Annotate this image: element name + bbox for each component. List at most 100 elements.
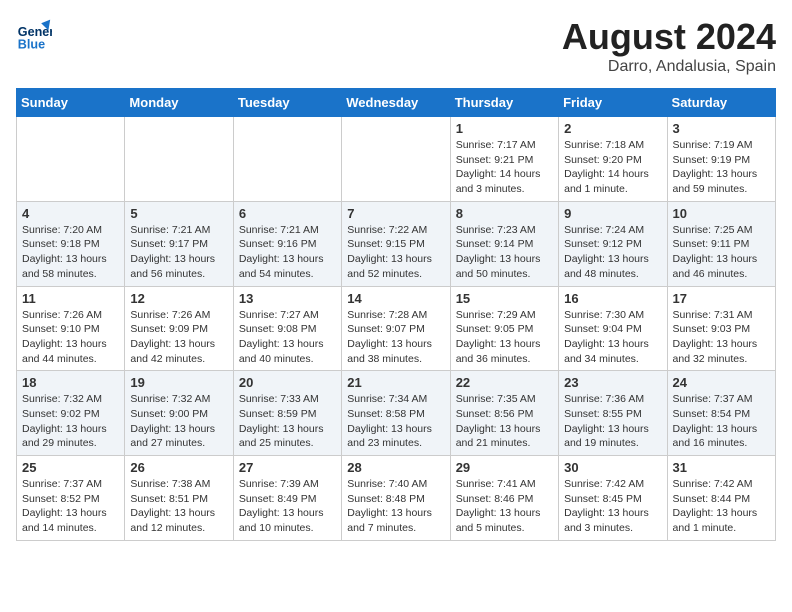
day-info: Sunrise: 7:37 AM Sunset: 8:52 PM Dayligh… [22, 477, 119, 536]
logo-icon: General Blue [16, 16, 52, 52]
calendar-cell: 20 Sunrise: 7:33 AM Sunset: 8:59 PM Dayli… [233, 371, 341, 456]
calendar-cell: 14 Sunrise: 7:28 AM Sunset: 9:07 PM Dayli… [342, 286, 450, 371]
day-info: Sunrise: 7:40 AM Sunset: 8:48 PM Dayligh… [347, 477, 444, 536]
calendar-cell: 8Sunrise: 7:23 AM Sunset: 9:14 PM Daylig… [450, 201, 558, 286]
day-info: Sunrise: 7:42 AM Sunset: 8:45 PM Dayligh… [564, 477, 661, 536]
day-number: 14 [347, 291, 444, 306]
title-block: August 2024 Darro, Andalusia, Spain [562, 16, 776, 76]
day-number: 5 [130, 206, 227, 221]
calendar-cell: 21Sunrise: 7:34 AM Sunset: 8:58 PM Dayli… [342, 371, 450, 456]
calendar-cell: 4 Sunrise: 7:20 AM Sunset: 9:18 PM Daylig… [17, 201, 125, 286]
day-info: Sunrise: 7:38 AM Sunset: 8:51 PM Dayligh… [130, 477, 227, 536]
calendar-cell: 25Sunrise: 7:37 AM Sunset: 8:52 PM Dayli… [17, 456, 125, 541]
day-info: Sunrise: 7:32 AM Sunset: 9:02 PM Dayligh… [22, 392, 119, 451]
day-number: 29 [456, 460, 553, 475]
day-info: Sunrise: 7:26 AM Sunset: 9:09 PM Dayligh… [130, 308, 227, 367]
day-info: Sunrise: 7:28 AM Sunset: 9:07 PM Dayligh… [347, 308, 444, 367]
day-info: Sunrise: 7:17 AM Sunset: 9:21 PM Dayligh… [456, 138, 553, 197]
day-info: Sunrise: 7:33 AM Sunset: 8:59 PM Dayligh… [239, 392, 336, 451]
day-info: Sunrise: 7:31 AM Sunset: 9:03 PM Dayligh… [673, 308, 770, 367]
day-info: Sunrise: 7:24 AM Sunset: 9:12 PM Dayligh… [564, 223, 661, 282]
day-number: 11 [22, 291, 119, 306]
day-number: 20 [239, 375, 336, 390]
calendar-cell: 12 Sunrise: 7:26 AM Sunset: 9:09 PM Dayli… [125, 286, 233, 371]
day-info: Sunrise: 7:32 AM Sunset: 9:00 PM Dayligh… [130, 392, 227, 451]
day-number: 3 [673, 121, 770, 136]
day-number: 21 [347, 375, 444, 390]
day-number: 10 [673, 206, 770, 221]
calendar-cell: 23 Sunrise: 7:36 AM Sunset: 8:55 PM Dayli… [559, 371, 667, 456]
day-number: 31 [673, 460, 770, 475]
calendar-cell [342, 117, 450, 202]
calendar-cell: 28 Sunrise: 7:40 AM Sunset: 8:48 PM Dayli… [342, 456, 450, 541]
calendar-week: 18 Sunrise: 7:32 AM Sunset: 9:02 PM Dayli… [17, 371, 776, 456]
day-info: Sunrise: 7:22 AM Sunset: 9:15 PM Dayligh… [347, 223, 444, 282]
calendar-cell: 24Sunrise: 7:37 AM Sunset: 8:54 PM Dayli… [667, 371, 775, 456]
calendar-cell: 1 Sunrise: 7:17 AM Sunset: 9:21 PM Daylig… [450, 117, 558, 202]
calendar-cell: 15 Sunrise: 7:29 AM Sunset: 9:05 PM Dayli… [450, 286, 558, 371]
day-number: 1 [456, 121, 553, 136]
header-cell-saturday: Saturday [667, 89, 775, 117]
calendar-week: 1 Sunrise: 7:17 AM Sunset: 9:21 PM Daylig… [17, 117, 776, 202]
calendar-cell: 30 Sunrise: 7:42 AM Sunset: 8:45 PM Dayli… [559, 456, 667, 541]
calendar-cell: 17 Sunrise: 7:31 AM Sunset: 9:03 PM Dayli… [667, 286, 775, 371]
day-number: 12 [130, 291, 227, 306]
day-number: 6 [239, 206, 336, 221]
day-info: Sunrise: 7:41 AM Sunset: 8:46 PM Dayligh… [456, 477, 553, 536]
day-number: 18 [22, 375, 119, 390]
calendar-week: 4 Sunrise: 7:20 AM Sunset: 9:18 PM Daylig… [17, 201, 776, 286]
calendar-cell: 6 Sunrise: 7:21 AM Sunset: 9:16 PM Daylig… [233, 201, 341, 286]
day-number: 24 [673, 375, 770, 390]
calendar-cell: 13 Sunrise: 7:27 AM Sunset: 9:08 PM Dayli… [233, 286, 341, 371]
header-cell-thursday: Thursday [450, 89, 558, 117]
calendar-cell: 29 Sunrise: 7:41 AM Sunset: 8:46 PM Dayli… [450, 456, 558, 541]
svg-text:Blue: Blue [18, 37, 45, 51]
page-title: August 2024 [562, 16, 776, 58]
page-header: General Blue August 2024 Darro, Andalusi… [16, 16, 776, 76]
calendar-cell: 27Sunrise: 7:39 AM Sunset: 8:49 PM Dayli… [233, 456, 341, 541]
day-number: 23 [564, 375, 661, 390]
day-number: 7 [347, 206, 444, 221]
header-cell-wednesday: Wednesday [342, 89, 450, 117]
header-cell-monday: Monday [125, 89, 233, 117]
calendar-cell: 3 Sunrise: 7:19 AM Sunset: 9:19 PM Daylig… [667, 117, 775, 202]
page-subtitle: Darro, Andalusia, Spain [562, 58, 776, 76]
day-info: Sunrise: 7:29 AM Sunset: 9:05 PM Dayligh… [456, 308, 553, 367]
day-info: Sunrise: 7:21 AM Sunset: 9:16 PM Dayligh… [239, 223, 336, 282]
calendar-cell: 18 Sunrise: 7:32 AM Sunset: 9:02 PM Dayli… [17, 371, 125, 456]
day-number: 28 [347, 460, 444, 475]
day-number: 15 [456, 291, 553, 306]
calendar-header: SundayMondayTuesdayWednesdayThursdayFrid… [17, 89, 776, 117]
day-number: 19 [130, 375, 227, 390]
calendar-cell [125, 117, 233, 202]
calendar-week: 11 Sunrise: 7:26 AM Sunset: 9:10 PM Dayli… [17, 286, 776, 371]
day-info: Sunrise: 7:26 AM Sunset: 9:10 PM Dayligh… [22, 308, 119, 367]
calendar-cell: 5Sunrise: 7:21 AM Sunset: 9:17 PM Daylig… [125, 201, 233, 286]
day-info: Sunrise: 7:30 AM Sunset: 9:04 PM Dayligh… [564, 308, 661, 367]
calendar-cell: 10Sunrise: 7:25 AM Sunset: 9:11 PM Dayli… [667, 201, 775, 286]
calendar-cell: 19 Sunrise: 7:32 AM Sunset: 9:00 PM Dayli… [125, 371, 233, 456]
calendar-cell: 9 Sunrise: 7:24 AM Sunset: 9:12 PM Daylig… [559, 201, 667, 286]
day-number: 16 [564, 291, 661, 306]
calendar-cell: 7 Sunrise: 7:22 AM Sunset: 9:15 PM Daylig… [342, 201, 450, 286]
day-info: Sunrise: 7:19 AM Sunset: 9:19 PM Dayligh… [673, 138, 770, 197]
day-number: 17 [673, 291, 770, 306]
day-number: 2 [564, 121, 661, 136]
day-info: Sunrise: 7:18 AM Sunset: 9:20 PM Dayligh… [564, 138, 661, 197]
day-number: 8 [456, 206, 553, 221]
day-number: 30 [564, 460, 661, 475]
day-info: Sunrise: 7:20 AM Sunset: 9:18 PM Dayligh… [22, 223, 119, 282]
day-number: 9 [564, 206, 661, 221]
calendar-cell: 2 Sunrise: 7:18 AM Sunset: 9:20 PM Daylig… [559, 117, 667, 202]
logo: General Blue [16, 16, 56, 52]
calendar-cell: 26Sunrise: 7:38 AM Sunset: 8:51 PM Dayli… [125, 456, 233, 541]
day-number: 22 [456, 375, 553, 390]
day-info: Sunrise: 7:36 AM Sunset: 8:55 PM Dayligh… [564, 392, 661, 451]
day-info: Sunrise: 7:35 AM Sunset: 8:56 PM Dayligh… [456, 392, 553, 451]
day-number: 13 [239, 291, 336, 306]
header-cell-sunday: Sunday [17, 89, 125, 117]
calendar-cell: 11 Sunrise: 7:26 AM Sunset: 9:10 PM Dayli… [17, 286, 125, 371]
day-number: 4 [22, 206, 119, 221]
day-info: Sunrise: 7:27 AM Sunset: 9:08 PM Dayligh… [239, 308, 336, 367]
calendar-week: 25Sunrise: 7:37 AM Sunset: 8:52 PM Dayli… [17, 456, 776, 541]
